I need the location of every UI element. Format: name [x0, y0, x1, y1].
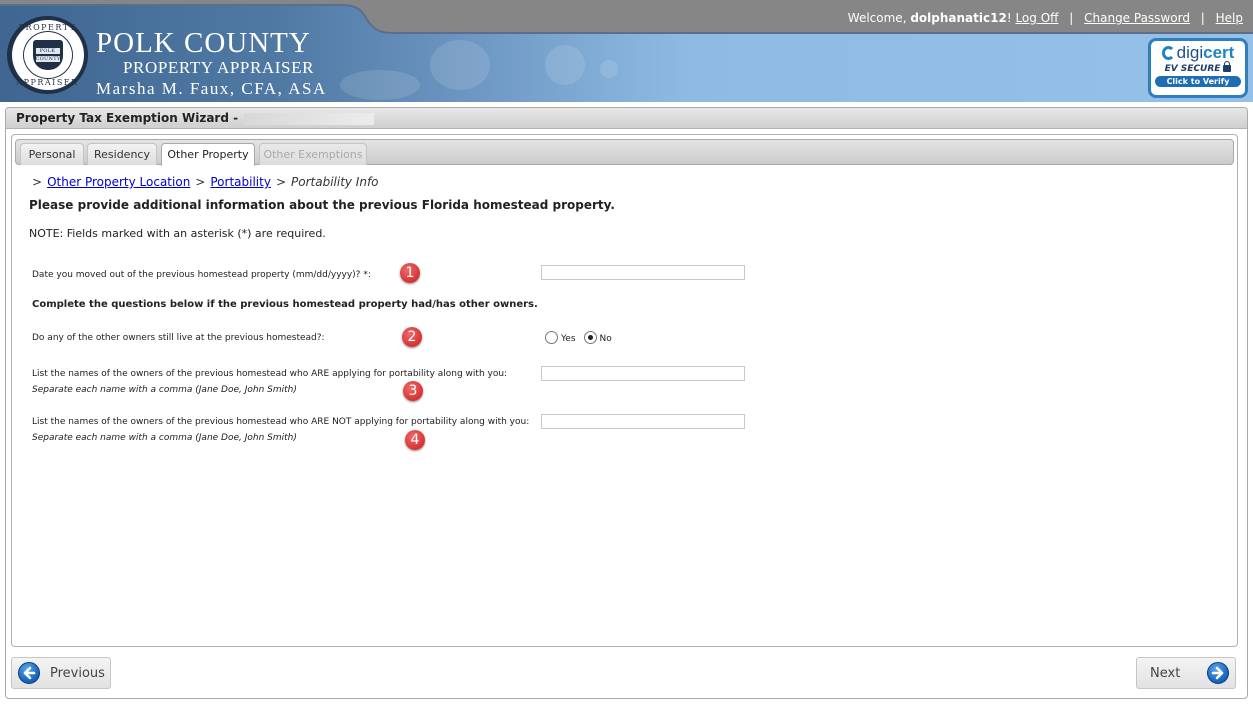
previous-button[interactable]: Previous: [11, 657, 111, 689]
logoff-link[interactable]: Log Off: [1015, 11, 1058, 25]
change-password-link[interactable]: Change Password: [1084, 11, 1190, 25]
wizard-title-bar: Property Tax Exemption Wizard -: [6, 108, 1247, 129]
user-bar: Welcome, dolphanatic12! Log Off | Change…: [848, 11, 1243, 25]
breadcrumb-separator: >: [32, 175, 43, 189]
seal-shield-text: COUNTY: [35, 56, 61, 62]
tab-other-exemptions: Other Exemptions: [259, 143, 367, 165]
header-decoration: [340, 70, 420, 100]
next-button-label: Next: [1150, 665, 1181, 681]
no-radio-label: No: [599, 334, 612, 344]
tab-personal[interactable]: Personal: [20, 143, 84, 165]
arrow-left-icon: [18, 662, 40, 684]
breadcrumb-separator: >: [275, 175, 286, 189]
brand-subtitle: PROPERTY APPRAISER: [123, 58, 315, 77]
exemption-wizard-panel: Property Tax Exemption Wizard - Personal…: [5, 107, 1248, 699]
applying-owners-hint: Separate each name with a comma (Jane Do…: [32, 385, 297, 395]
next-button[interactable]: Next: [1136, 657, 1236, 689]
badge-brand: digi: [1176, 43, 1204, 62]
other-owners-section-heading: Complete the questions below if the prev…: [32, 299, 538, 310]
header-decoration: [545, 45, 585, 85]
applying-owners-input[interactable]: [541, 366, 745, 381]
welcome-text: Welcome,: [847, 11, 911, 25]
breadcrumb-other-property-location[interactable]: Other Property Location: [47, 175, 190, 189]
annotation-marker-2: 2: [402, 327, 422, 347]
badge-brand-suffix: cert: [1203, 43, 1235, 62]
annotation-marker-4: 4: [405, 430, 425, 450]
breadcrumb: > Other Property Location > Portability > Por…: [32, 175, 379, 189]
not-applying-owners-hint: Separate each name with a comma (Jane Do…: [32, 433, 297, 443]
annotation-marker-1: 1: [400, 263, 420, 283]
badge-ev-secure: EV SECURE: [1164, 64, 1221, 74]
seal-bottom-text: APPRAISER: [16, 78, 79, 87]
separator: |: [1069, 11, 1074, 25]
seal-shield-icon: POLK COUNTY: [32, 40, 63, 70]
breadcrumb-separator: >: [195, 175, 206, 189]
wizard-content-panel: Personal Residency Other Property Other …: [11, 134, 1238, 647]
arrow-right-icon: [1207, 662, 1230, 684]
not-applying-owners-input[interactable]: [541, 414, 745, 429]
property-appraiser-seal-logo: PROPERTY POLK COUNTY APPRAISER: [7, 16, 88, 94]
yes-radio-label: Yes: [561, 334, 576, 344]
move-out-date-label: Date you moved out of the previous homes…: [32, 270, 371, 280]
move-out-date-input[interactable]: [541, 265, 745, 280]
seal-shield-text: POLK: [35, 48, 60, 54]
digicert-ev-secure-badge[interactable]: digicert EV SECURE Click to Verify: [1148, 38, 1248, 98]
lock-icon: [1223, 61, 1232, 72]
separator: |: [1200, 11, 1205, 25]
site-header: Welcome, dolphanatic12! Log Off | Change…: [0, 0, 1253, 102]
click-to-verify-button[interactable]: Click to Verify: [1155, 76, 1241, 87]
redacted-text: [244, 112, 375, 125]
breadcrumb-current: Portability Info: [291, 175, 379, 189]
tab-other-property[interactable]: Other Property: [161, 143, 255, 166]
username: dolphanatic12: [910, 11, 1007, 25]
required-note: NOTE: Fields marked with an asterisk (*)…: [29, 227, 326, 240]
digicert-logo-icon: [1161, 46, 1175, 60]
brand-appraiser-name: Marsha M. Faux, CFA, ASA: [96, 79, 327, 98]
yes-radio[interactable]: [545, 331, 558, 344]
not-applying-owners-label: List the names of the owners of the prev…: [32, 417, 530, 427]
page-heading: Please provide additional information ab…: [29, 198, 615, 212]
no-radio[interactable]: [583, 331, 597, 344]
annotation-marker-3: 3: [403, 381, 423, 401]
applying-owners-label: List the names of the owners of the prev…: [32, 369, 508, 379]
other-owners-live-radio-group: Yes No: [545, 331, 620, 344]
wizard-title: Property Tax Exemption Wizard -: [16, 111, 239, 125]
brand-title: POLK COUNTY: [96, 27, 311, 59]
header-decoration: [430, 40, 490, 90]
seal-top-text: PROPERTY: [18, 23, 77, 32]
welcome-suffix: !: [1006, 11, 1012, 25]
previous-button-label: Previous: [50, 665, 105, 681]
tab-residency[interactable]: Residency: [87, 143, 157, 165]
wizard-tab-bar: Personal Residency Other Property Other …: [15, 139, 1234, 166]
other-owners-live-label: Do any of the other owners still live at…: [32, 333, 325, 343]
help-link[interactable]: Help: [1216, 11, 1243, 25]
site-brand: POLK COUNTY PROPERTY APPRAISER Marsha M.…: [96, 27, 327, 101]
breadcrumb-portability[interactable]: Portability: [210, 175, 271, 189]
header-decoration: [600, 60, 618, 78]
